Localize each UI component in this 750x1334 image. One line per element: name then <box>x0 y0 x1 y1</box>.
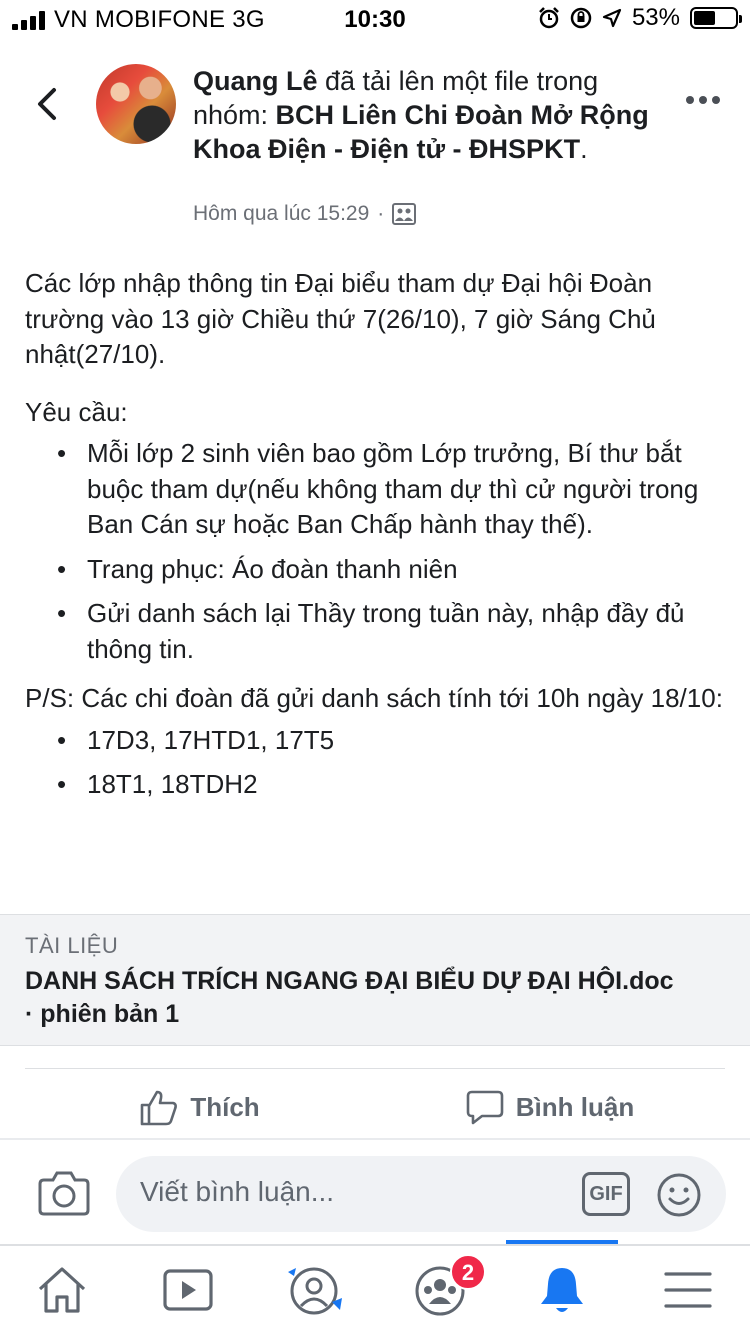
battery-fill <box>694 11 716 25</box>
list-item: 18T1, 18TDH2 <box>25 767 725 803</box>
tab-notifications[interactable] <box>532 1262 592 1318</box>
status-bar: VN MOBIFONE 3G 10:30 53% <box>0 0 750 40</box>
list-item: 17D3, 17HTD1, 17T5 <box>25 723 725 759</box>
emoji-smile-icon[interactable] <box>656 1172 702 1218</box>
comment-input[interactable]: Viết bình luận... GIF <box>116 1156 726 1232</box>
orientation-lock-icon <box>570 7 592 29</box>
ps-list: 17D3, 17HTD1, 17T5 18T1, 18TDH2 <box>25 723 725 803</box>
video-play-icon <box>163 1269 213 1311</box>
like-label: Thích <box>190 1092 260 1122</box>
tab-profile[interactable] <box>284 1262 344 1318</box>
post-headline: Quang Lê đã tải lên một file trong nhóm:… <box>193 64 653 166</box>
bottom-tab-bar: 2 <box>0 1240 750 1334</box>
hamburger-menu-icon <box>664 1272 712 1308</box>
comment-button[interactable]: Bình luận <box>375 1069 725 1146</box>
gif-button[interactable]: GIF <box>582 1172 630 1216</box>
author-avatar[interactable] <box>96 64 176 144</box>
post-paragraph: Các lớp nhập thông tin Đại biểu tham dự … <box>25 268 656 369</box>
post-header: Quang Lê đã tải lên một file trong nhóm:… <box>0 56 750 236</box>
location-arrow-icon <box>602 8 622 28</box>
group-privacy-icon <box>392 203 417 225</box>
attachment-label: TÀI LIỆU <box>25 933 119 958</box>
timestamp[interactable]: Hôm qua lúc 15:29 <box>193 202 369 226</box>
status-icons: 53% <box>538 4 742 32</box>
attachment-filename: DANH SÁCH TRÍCH NGANG ĐẠI BIỂU DỰ ĐẠI HỘ… <box>25 967 674 995</box>
list-item: Mỗi lớp 2 sinh viên bao gồm Lớp trưởng, … <box>25 436 725 543</box>
list-item: Gửi danh sách lại Thầy trong tuần này, n… <box>25 596 725 667</box>
post-actions: Thích Bình luận <box>25 1068 725 1146</box>
alarm-icon <box>539 7 559 29</box>
headline-period: . <box>580 134 588 164</box>
more-options-icon[interactable] <box>686 96 720 104</box>
profile-avatar-icon <box>288 1267 342 1315</box>
attachment-version: · phiên bản 1 <box>25 1000 180 1028</box>
bell-icon <box>541 1268 583 1312</box>
active-tab-indicator <box>506 1240 618 1244</box>
tab-menu[interactable] <box>658 1262 718 1318</box>
attachment-title: DANH SÁCH TRÍCH NGANG ĐẠI BIỂU DỰ ĐẠI HỘ… <box>25 965 685 1031</box>
like-button[interactable]: Thích <box>25 1069 375 1146</box>
back-chevron-icon[interactable] <box>30 86 66 122</box>
home-icon <box>38 1267 86 1313</box>
file-attachment[interactable]: TÀI LIỆU DANH SÁCH TRÍCH NGANG ĐẠI BIỂU … <box>0 914 750 1046</box>
ps-text: P/S: Các chi đoàn đã gửi danh sách tính … <box>25 683 723 713</box>
requirements-list: Mỗi lớp 2 sinh viên bao gồm Lớp trưởng, … <box>25 436 725 667</box>
comment-bubble-icon <box>466 1090 504 1124</box>
comment-label: Bình luận <box>515 1092 635 1122</box>
list-item: Trang phục: Áo đoàn thanh niên <box>25 552 725 588</box>
thumbs-up-icon <box>141 1090 178 1125</box>
tab-home[interactable] <box>32 1262 92 1318</box>
camera-icon[interactable] <box>38 1170 90 1216</box>
comment-placeholder: Viết bình luận... <box>140 1176 335 1207</box>
groups-notification-badge: 2 <box>450 1254 486 1290</box>
requirements-heading: Yêu cầu: <box>25 396 128 427</box>
author-name[interactable]: Quang Lê <box>193 66 318 96</box>
post-body: Các lớp nhập thông tin Đại biểu tham dự … <box>25 266 725 817</box>
comment-composer: Viết bình luận... GIF <box>0 1138 750 1246</box>
battery-icon <box>690 7 742 29</box>
battery-percent: 53% <box>631 4 680 31</box>
tab-watch[interactable] <box>158 1262 218 1318</box>
post-meta: Hôm qua lúc 15:29 · <box>193 202 417 226</box>
meta-separator: · <box>377 202 385 225</box>
